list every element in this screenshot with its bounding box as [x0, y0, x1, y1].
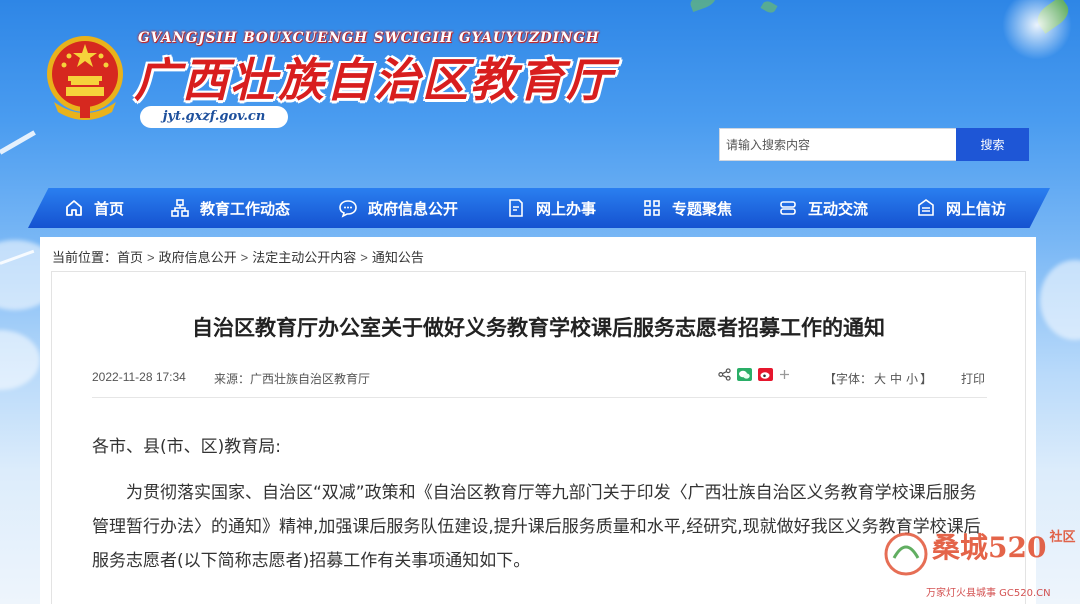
content-panel: 当前位置：首页 > 政府信息公开 > 法定主动公开内容 > 通知公告 自治区教育厅办公室关于…	[40, 237, 1036, 604]
nav-item-label: 专题聚焦	[672, 199, 733, 218]
nav-item-education-news[interactable]: 教育工作动态	[170, 188, 290, 228]
article-source: 来源：广西壮族自治区教育厅	[214, 372, 371, 386]
nav-item-home[interactable]: 首页	[64, 188, 124, 228]
font-size-medium[interactable]: 中	[890, 372, 902, 386]
font-size-control: 【字体：大中小】	[824, 370, 932, 387]
breadcrumb: 当前位置：首页 > 政府信息公开 > 法定主动公开内容 > 通知公告	[52, 247, 424, 266]
leaf-decoration	[760, 0, 778, 15]
print-button[interactable]: 打印	[961, 370, 985, 387]
nav-item-interaction[interactable]: 互动交流	[778, 188, 868, 228]
cloud-decoration	[0, 330, 40, 390]
share-icon[interactable]	[718, 368, 731, 381]
edit-document-icon	[509, 199, 523, 217]
home-icon	[66, 200, 82, 216]
nav-item-online-services[interactable]: 网上办事	[506, 188, 596, 228]
nav-item-online-petition[interactable]: 网上信访	[916, 188, 1006, 228]
national-emblem-icon	[47, 36, 123, 120]
chat-bubble-icon	[339, 200, 357, 218]
meta-divider	[92, 397, 987, 398]
nav-item-label: 教育工作动态	[200, 199, 291, 218]
cloud-decoration	[1040, 260, 1080, 340]
nav-item-label: 网上信访	[946, 199, 1007, 218]
breadcrumb-separator: >	[360, 250, 368, 265]
nav-item-label: 网上办事	[536, 199, 597, 218]
light-streak-decoration	[0, 130, 36, 155]
search-input[interactable]	[719, 128, 956, 161]
light-flare-decoration	[1002, 0, 1072, 60]
publish-date: 2022-11-28 17:34	[92, 370, 186, 384]
salutation: 各市、县(市、区)教育局:	[92, 437, 281, 457]
article-paragraph: 为贯彻落实国家、自治区“双减”政策和《自治区教育厅等九部门关于印发〈广西壮族自治…	[92, 483, 981, 571]
font-size-small[interactable]: 小	[906, 372, 918, 386]
site-title: 广西壮族自治区教育厅	[134, 53, 614, 107]
article: 自治区教育厅办公室关于做好义务教育学校课后服务志愿者招募工作的通知 2022-1…	[51, 271, 1026, 604]
font-size-large[interactable]: 大	[874, 372, 886, 386]
breadcrumb-item-statutory-disclosure[interactable]: 法定主动公开内容	[252, 250, 356, 265]
leaf-decoration	[688, 0, 718, 13]
article-body: 各市、县(市、区)教育局: 为贯彻落实国家、自治区“双减”政策和《自治区教育厅等…	[92, 430, 992, 578]
letter-box-icon	[918, 199, 934, 216]
nav-item-label: 首页	[94, 199, 125, 218]
article-title: 自治区教育厅办公室关于做好义务教育学校课后服务志愿者招募工作的通知	[192, 316, 885, 340]
nav-item-label: 政府信息公开	[368, 199, 459, 218]
breadcrumb-item-home[interactable]: 首页	[117, 250, 143, 265]
breadcrumb-item-gov-info[interactable]: 政府信息公开	[159, 250, 237, 265]
breadcrumb-prefix: 当前位置：	[52, 250, 118, 265]
font-size-label-close: 】	[920, 372, 933, 386]
main-nav: 首页 教育工作动态 政府信息公开 网上办事 专题聚焦 互动交流 网上信访	[28, 188, 1050, 228]
breadcrumb-separator: >	[147, 250, 155, 265]
grid-icon	[644, 200, 660, 216]
nav-item-special-topics[interactable]: 专题聚焦	[642, 188, 732, 228]
font-size-label-open: 【字体：	[824, 372, 873, 386]
wechat-icon[interactable]	[737, 368, 752, 381]
plus-icon[interactable]	[779, 369, 790, 380]
org-chart-icon	[171, 199, 189, 217]
nav-item-gov-info[interactable]: 政府信息公开	[338, 188, 458, 228]
exchange-icon	[780, 201, 796, 215]
article-meta: 2022-11-28 17:34 来源：广西壮族自治区教育厅 【字体：大中小】 …	[92, 368, 987, 394]
share-bar	[718, 368, 790, 381]
weibo-icon[interactable]	[758, 368, 773, 381]
search-button[interactable]: 搜索	[956, 128, 1029, 161]
site-url: jyt.gxzf.gov.cn	[140, 106, 288, 128]
breadcrumb-separator: >	[240, 250, 249, 265]
nav-item-label: 互动交流	[808, 199, 869, 218]
watermark-side: 社区	[1049, 530, 1076, 545]
breadcrumb-item-notices[interactable]: 通知公告	[372, 250, 424, 265]
